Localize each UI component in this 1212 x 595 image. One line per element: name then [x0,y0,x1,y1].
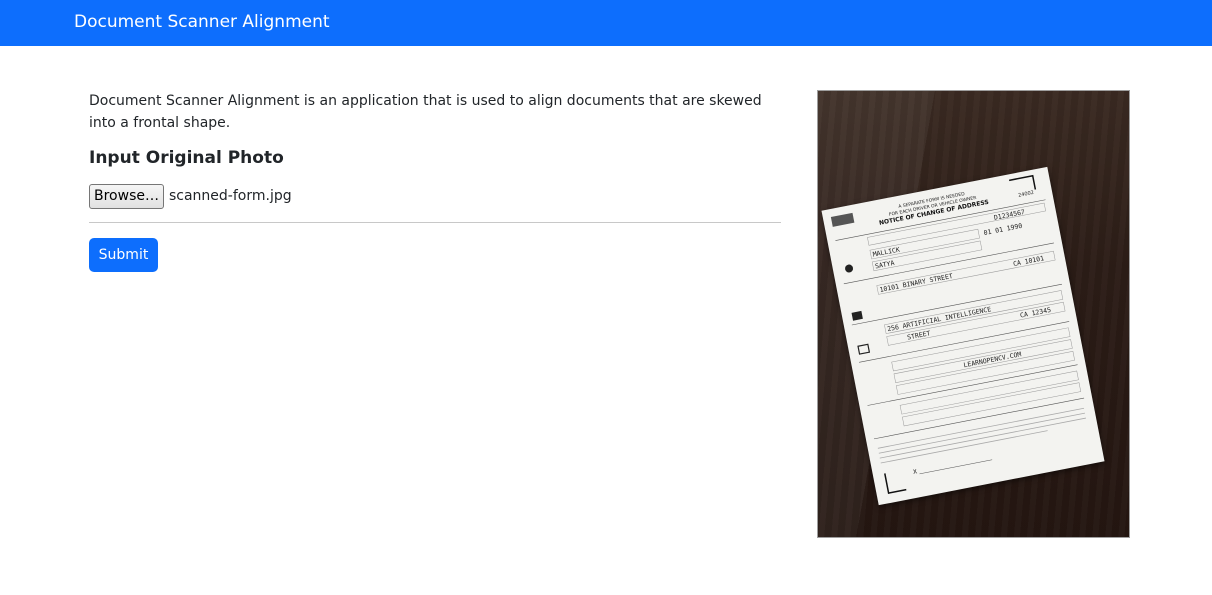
fine-print-line [879,417,1086,459]
divider [89,222,781,223]
mail-icon [857,343,871,355]
original-photo-preview: A SEPARATE FORM IS NEEDED FOR EACH DRIVE… [817,90,1130,538]
navbar-brand[interactable]: Document Scanner Alignment [74,11,330,33]
form-code: 24002 [1018,190,1035,199]
top-navbar: Document Scanner Alignment [0,0,1212,46]
app-description: Document Scanner Alignment is an applica… [89,93,762,131]
first-name: SATYA [874,259,895,271]
corner-mark-bottom-left [884,473,907,494]
fine-print-line [880,430,1048,464]
person-icon [845,264,854,273]
street-address: 10101 BINARY STREET [879,272,954,294]
selected-file-name: scanned-form.jpg [168,188,292,204]
fine-print-line [878,412,1086,454]
birth-date: 01 01 1990 [983,222,1023,237]
id-number: D1234567 [993,208,1025,222]
house-icon [851,310,863,321]
file-input[interactable]: Browse… scanned-form.jpg [89,183,292,209]
signature-line [919,459,993,475]
browse-button[interactable]: Browse… [89,183,164,209]
submit-button[interactable]: Submit [89,238,158,272]
last-name: MALLICK [872,246,901,259]
signature-mark: X [912,468,917,476]
vehicle-text: LEARNOPENCV.COM [963,350,1022,369]
state-zip: CA 10101 [1012,254,1044,268]
input-section-title: Input Original Photo [89,148,284,168]
dmv-logo [830,212,855,227]
mailing-state-zip: CA 12345 [1019,306,1051,320]
form-field [899,370,1079,415]
fine-print-line [877,407,1085,449]
